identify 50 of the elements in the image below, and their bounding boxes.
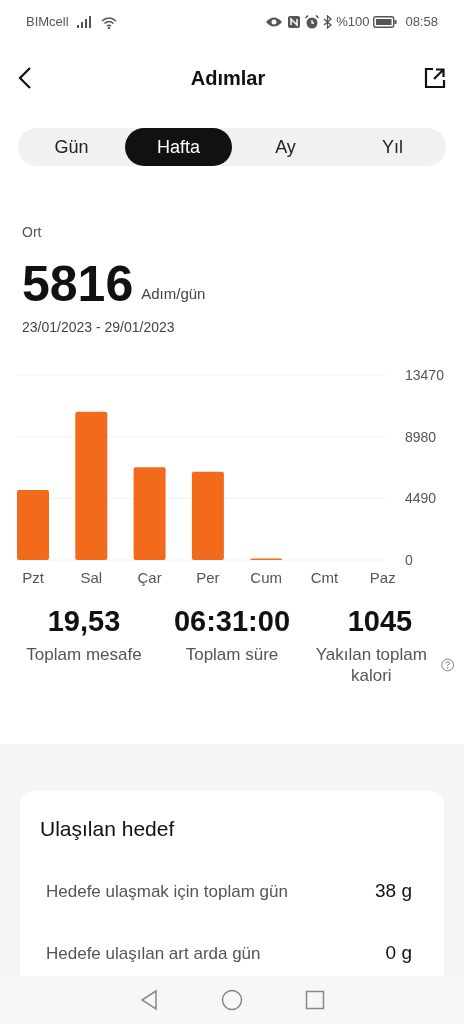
bluetooth-icon <box>323 15 333 29</box>
axis-label: Per <box>196 569 220 586</box>
axis-label: Cmt <box>310 569 339 586</box>
date-range: 23/01/2023 - 29/01/2023 <box>22 318 176 337</box>
signal-icon <box>76 16 93 28</box>
eye-icon <box>265 16 284 28</box>
period-tab[interactable]: Yıl <box>339 128 446 166</box>
axis-label: 8980 <box>405 428 437 445</box>
row-value: 0 g <box>385 941 412 966</box>
alarm-icon <box>305 15 320 29</box>
stat-value: 06:31:00 <box>172 604 292 639</box>
stat-label: Yakılan toplam kalori <box>314 643 428 686</box>
row-label: Hedefe ulaşılan art arda gün <box>46 942 261 965</box>
back-nav-icon[interactable] <box>139 989 159 1011</box>
wifi-icon <box>100 15 117 29</box>
share-button[interactable] <box>424 67 446 89</box>
home-nav-icon[interactable] <box>221 989 243 1011</box>
axis-label: 0 <box>405 552 413 568</box>
unit-label: Adım/gün <box>141 283 206 304</box>
clock-time: 08:58 <box>405 13 438 32</box>
battery-percent: %100 <box>336 13 370 32</box>
help-icon[interactable] <box>440 656 454 673</box>
axis-label: 4490 <box>405 490 437 507</box>
average-label: Ort <box>22 223 43 242</box>
stat-label: Toplam mesafe <box>26 643 142 665</box>
axis-label: Sal <box>80 569 103 586</box>
period-tab[interactable]: Gün <box>18 128 125 166</box>
stat-label: Toplam süre <box>185 643 279 665</box>
stat-value: 1045 <box>346 604 414 639</box>
axis-label: 13470 <box>405 367 444 383</box>
row-value: 38 g <box>375 879 412 904</box>
page-title: Adımlar <box>190 66 266 91</box>
row-label: Hedefe ulaşmak için toplam gün <box>46 880 288 903</box>
share-icon <box>424 67 446 89</box>
average-value: 5816 <box>22 259 134 309</box>
recents-nav-icon[interactable] <box>305 990 325 1010</box>
period-tab[interactable]: Ay <box>232 128 339 166</box>
axis-label: Çar <box>137 569 162 586</box>
period-tab[interactable]: Hafta <box>125 128 232 166</box>
axis-label: Pzt <box>22 569 44 586</box>
battery-icon <box>373 16 398 28</box>
stat-value: 19,53 <box>46 604 122 639</box>
axis-label: Cum <box>250 569 283 586</box>
bar <box>17 489 49 560</box>
back-icon <box>18 67 32 89</box>
back-button[interactable] <box>18 67 32 89</box>
axis-label: Paz <box>369 569 396 586</box>
carrier-name: BIMcell <box>26 13 69 32</box>
nfc-icon <box>287 15 302 29</box>
card-title: Ulaşılan hedef <box>40 816 176 842</box>
